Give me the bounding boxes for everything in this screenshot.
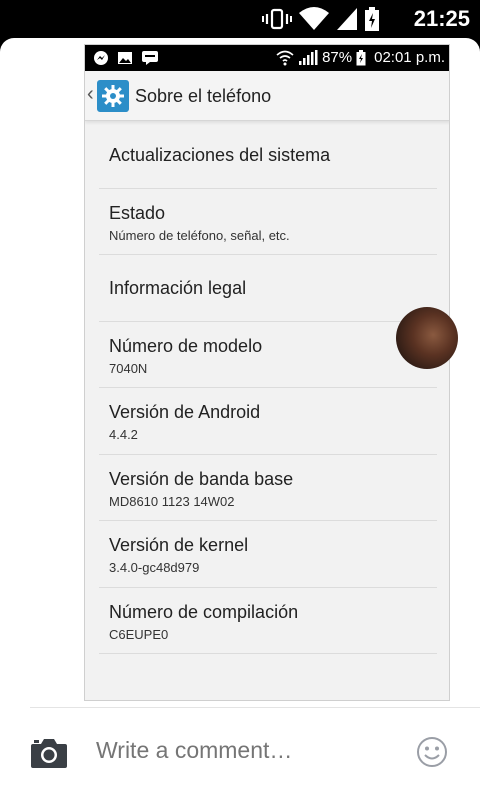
battery-icon xyxy=(356,49,366,65)
list-item-baseband-version[interactable]: Versión de banda base MD8610 1123 14W02 xyxy=(99,455,437,521)
list-item-title: Versión de Android xyxy=(109,402,261,422)
list-item-title: Versión de kernel xyxy=(109,535,249,555)
list-item-subtitle: Número de teléfono, señal, etc. xyxy=(109,227,290,243)
inner-status-time: 02:01 p.m. xyxy=(374,49,445,66)
list-item-subtitle: 4.4.2 xyxy=(109,427,138,442)
battery-icon xyxy=(365,7,379,31)
chat-icon xyxy=(142,51,158,65)
list-item-subtitle: MD8610 1123 14W02 xyxy=(109,493,235,509)
divider xyxy=(30,707,480,708)
list-item-model-number[interactable]: Número de modelo 7040N xyxy=(99,322,437,388)
signal-icon xyxy=(337,8,357,30)
settings-list: Actualizaciones del sistema Estado Númer… xyxy=(85,122,449,654)
comment-input[interactable] xyxy=(96,737,386,764)
battery-percent: 87% xyxy=(322,49,353,66)
list-item-kernel-version[interactable]: Versión de kernel 3.4.0-gc48d979 xyxy=(99,521,437,588)
list-item-title: Número de modelo xyxy=(109,335,263,356)
gear-glyph xyxy=(102,85,124,107)
list-item-subtitle: 3.4.0-gc48d979 xyxy=(109,560,200,575)
list-item-title: Actualizaciones del sistema xyxy=(109,145,331,165)
list-item-title: Número de compilación xyxy=(109,601,299,622)
chat-head-avatar[interactable] xyxy=(396,307,458,369)
list-item-subtitle: C6EUPE0 xyxy=(109,626,169,642)
vibrate-icon xyxy=(262,8,292,30)
list-item-legal-info[interactable]: Información legal xyxy=(99,255,437,322)
image-icon xyxy=(118,52,132,64)
action-bar: ‹ Sobre el teléfono xyxy=(85,71,449,121)
signal-icon xyxy=(299,49,318,65)
back-arrow-icon[interactable]: ‹ xyxy=(87,83,94,106)
camera-icon[interactable] xyxy=(30,737,68,769)
settings-gear-icon[interactable] xyxy=(97,80,129,112)
list-item-android-version[interactable]: Versión de Android 4.4.2 xyxy=(99,388,437,455)
list-item-title: Versión de banda base xyxy=(109,468,294,489)
status-icons xyxy=(262,7,380,31)
list-item-title: Información legal xyxy=(109,278,247,298)
smiley-icon[interactable] xyxy=(416,736,448,768)
wifi-icon xyxy=(299,7,329,30)
messenger-icon xyxy=(94,51,108,65)
inner-status-right: 87% 02:01 p.m. xyxy=(276,49,445,66)
list-item-title: Estado xyxy=(109,202,166,223)
inner-status-bar: 87% 02:01 p.m. xyxy=(85,45,449,71)
wifi-icon xyxy=(276,50,294,65)
list-item-subtitle: 7040N xyxy=(109,360,148,376)
page-title: Sobre el teléfono xyxy=(135,86,272,106)
attached-screenshot[interactable]: 87% 02:01 p.m. ‹ Sobre el teléfono Actua… xyxy=(84,44,450,701)
status-bar: 21:25 xyxy=(0,0,480,38)
list-item-system-updates[interactable]: Actualizaciones del sistema xyxy=(99,122,437,189)
status-time: 21:25 xyxy=(413,6,470,31)
list-item-build-number[interactable]: Número de compilación C6EUPE0 xyxy=(99,588,437,654)
list-item-status[interactable]: Estado Número de teléfono, señal, etc. xyxy=(99,189,437,255)
inner-notification-icons xyxy=(93,50,159,66)
